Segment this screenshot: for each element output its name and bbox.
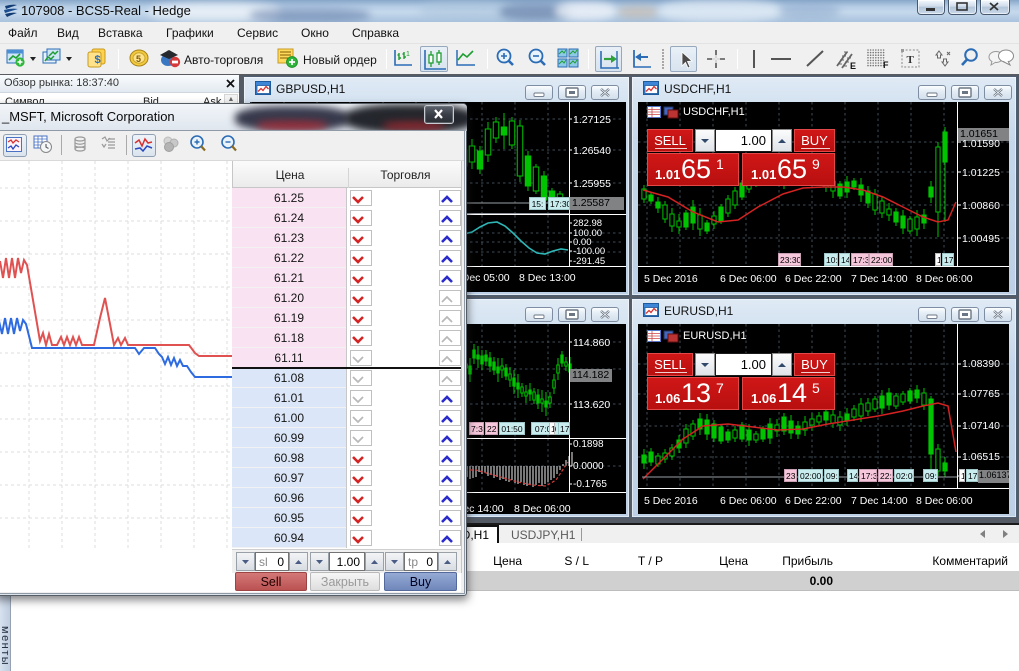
svg-text:1: 1 <box>406 51 410 58</box>
svg-text:T: T <box>907 54 915 66</box>
svg-text:E: E <box>850 61 856 71</box>
svg-text:5: 5 <box>136 54 141 64</box>
svg-text:$: $ <box>95 54 101 66</box>
svg-text:F: F <box>883 60 889 70</box>
